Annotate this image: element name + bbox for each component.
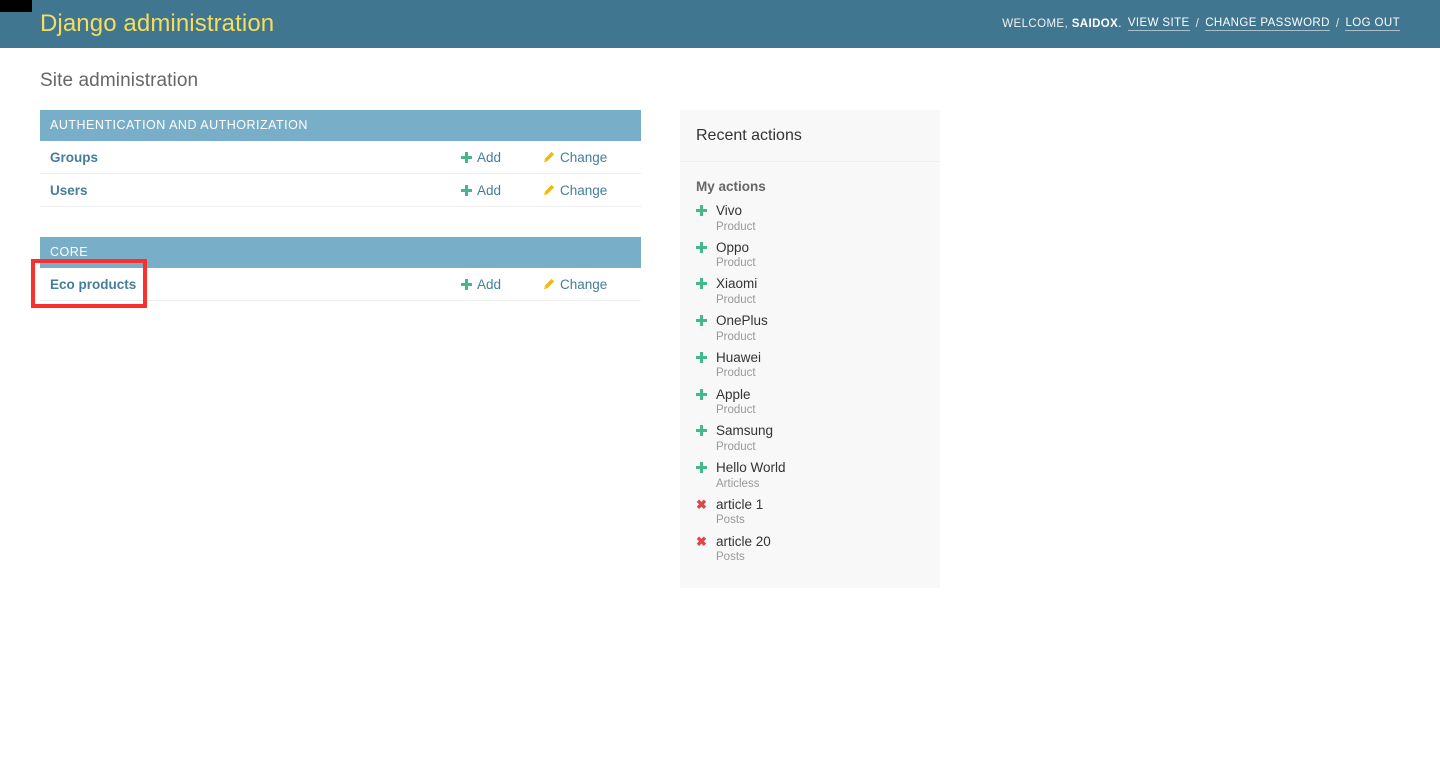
change-label: Change <box>560 276 608 292</box>
plus-icon <box>696 388 708 401</box>
action-content-type: Product <box>716 440 756 453</box>
list-item: Xiaomi Product <box>696 276 924 313</box>
plus-icon <box>461 151 472 163</box>
plus-icon <box>696 425 708 437</box>
model-row-eco-products: Eco products Add Change <box>40 268 641 301</box>
action-object-link[interactable]: Samsung <box>716 423 924 439</box>
model-row-groups: Groups Add Change <box>40 141 641 174</box>
change-label: Change <box>560 149 608 165</box>
change-groups-button[interactable]: Change <box>543 150 631 165</box>
model-link-users[interactable]: Users <box>50 183 461 198</box>
log-out-link[interactable]: LOG OUT <box>1345 17 1400 31</box>
plus-icon <box>696 462 708 474</box>
change-users-button[interactable]: Change <box>543 183 631 198</box>
action-object-link[interactable]: Apple <box>716 387 924 403</box>
view-site-link[interactable]: VIEW SITE <box>1127 17 1190 31</box>
action-object-link[interactable]: Hello World <box>716 460 924 476</box>
action-object-link[interactable]: Oppo <box>716 240 924 256</box>
app-module-core: CORE Eco products Add Change <box>40 237 641 301</box>
page-title: Site administration <box>40 70 199 91</box>
model-actions-eco-products: Add Change <box>461 277 631 292</box>
pencil-icon <box>543 184 555 196</box>
action-content-type: Posts <box>716 551 745 564</box>
site-branding-title[interactable]: Django administration <box>40 12 274 36</box>
sidebar-column: Recent actions My actions Vivo Product O… <box>680 110 940 589</box>
model-link-groups[interactable]: Groups <box>50 150 461 165</box>
model-row-users: Users Add Change <box>40 174 641 207</box>
action-content-type: Product <box>716 367 756 380</box>
action-object-text: article 1 <box>716 496 764 512</box>
list-item: Oppo Product <box>696 240 924 277</box>
list-item: ✖ article 20 Posts <box>696 534 924 571</box>
plus-icon <box>461 184 472 196</box>
action-object-link[interactable]: Huawei <box>716 350 924 366</box>
username-label: SAIDOX <box>1071 18 1119 30</box>
app-module-caption-core[interactable]: CORE <box>40 237 641 268</box>
action-content-type: Product <box>716 293 756 306</box>
action-content-type: Product <box>716 330 756 343</box>
model-link-eco-products[interactable]: Eco products <box>50 277 461 292</box>
action-content-type: Articless <box>716 477 760 490</box>
add-eco-products-button[interactable]: Add <box>461 277 543 292</box>
recent-actions-title: Recent actions <box>680 110 940 162</box>
add-label: Add <box>477 149 502 165</box>
action-object-link[interactable]: Vivo <box>716 203 924 219</box>
action-content-type: Posts <box>716 514 745 527</box>
x-icon: ✖ <box>696 533 707 549</box>
pencil-icon <box>543 151 555 163</box>
username-suffix: . <box>1118 18 1122 30</box>
list-item: Vivo Product <box>696 203 924 240</box>
action-object-text: article 20 <box>716 533 771 549</box>
app-module-caption-auth[interactable]: AUTHENTICATION AND AUTHORIZATION <box>40 110 641 141</box>
list-item: Huawei Product <box>696 350 924 387</box>
list-item: ✖ article 1 Posts <box>696 497 924 534</box>
plus-icon <box>696 205 708 217</box>
plus-icon <box>696 241 708 254</box>
list-item: Samsung Product <box>696 423 924 460</box>
app-list-column: AUTHENTICATION AND AUTHORIZATION Groups … <box>40 110 641 331</box>
admin-header: Django administration WELCOME, SAIDOX. V… <box>0 0 1440 48</box>
list-item: Apple Product <box>696 387 924 424</box>
x-icon: ✖ <box>696 496 707 512</box>
main-columns: AUTHENTICATION AND AUTHORIZATION Groups … <box>40 110 1400 589</box>
pencil-icon <box>543 278 555 290</box>
user-tools: WELCOME, SAIDOX. VIEW SITE / CHANGE PASS… <box>1002 17 1400 31</box>
content-area: Site administration AUTHENTICATION AND A… <box>0 48 1440 589</box>
list-item: OnePlus Product <box>696 313 924 350</box>
change-password-link[interactable]: CHANGE PASSWORD <box>1205 17 1330 31</box>
add-label: Add <box>477 182 502 198</box>
add-label: Add <box>477 276 502 292</box>
add-users-button[interactable]: Add <box>461 183 543 198</box>
list-item: Hello World Articless <box>696 460 924 497</box>
welcome-label: WELCOME, <box>1002 18 1069 30</box>
recent-actions-list: Vivo Product Oppo Product Xiaomi Product <box>680 203 940 570</box>
action-object-link[interactable]: Xiaomi <box>716 276 924 292</box>
model-actions-groups: Add Change <box>461 150 631 165</box>
plus-icon <box>461 278 472 290</box>
link-separator-1: / <box>1195 18 1200 30</box>
plus-icon <box>696 351 708 364</box>
add-groups-button[interactable]: Add <box>461 150 543 165</box>
action-content-type: Product <box>716 220 756 233</box>
action-object-link[interactable]: OnePlus <box>716 313 924 329</box>
change-eco-products-button[interactable]: Change <box>543 277 631 292</box>
screen-capture-artifact <box>0 0 32 12</box>
app-module-auth: AUTHENTICATION AND AUTHORIZATION Groups … <box>40 110 641 207</box>
my-actions-subtitle: My actions <box>696 179 766 194</box>
recent-actions-panel: Recent actions My actions Vivo Product O… <box>680 110 940 589</box>
plus-icon <box>696 315 708 327</box>
action-content-type: Product <box>716 257 756 270</box>
change-label: Change <box>560 182 608 198</box>
model-actions-users: Add Change <box>461 183 631 198</box>
action-content-type: Product <box>716 404 756 417</box>
plus-icon <box>696 278 708 290</box>
link-separator-2: / <box>1335 18 1340 30</box>
